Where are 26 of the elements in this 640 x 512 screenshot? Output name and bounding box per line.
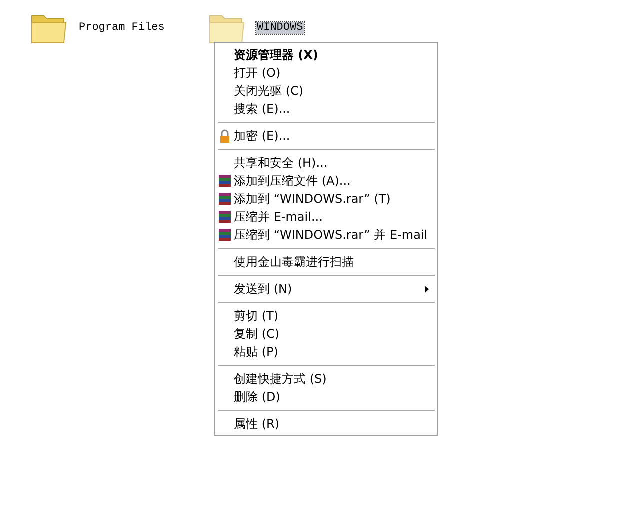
menu-item[interactable]: 关闭光驱 (C) — [215, 82, 437, 100]
books-icon — [218, 228, 232, 242]
lock-icon — [218, 129, 232, 143]
books-icon — [218, 174, 232, 188]
menu-item[interactable]: 复制 (C) — [215, 325, 437, 343]
menu-item[interactable]: 打开 (O) — [215, 64, 437, 82]
menu-item[interactable]: 粘贴 (P) — [215, 343, 437, 361]
submenu-arrow-icon — [425, 286, 429, 293]
menu-item[interactable]: 共享和安全 (H)... — [215, 154, 437, 172]
menu-item[interactable]: 发送到 (N) — [215, 280, 437, 298]
menu-item[interactable]: 剪切 (T) — [215, 307, 437, 325]
menu-item[interactable]: 加密 (E)... — [215, 127, 437, 145]
books-icon — [218, 210, 232, 224]
menu-item[interactable]: 资源管理器 (X) — [215, 46, 437, 64]
folder-label[interactable]: WINDOWS — [256, 22, 304, 34]
menu-item[interactable]: 压缩并 E-mail... — [215, 208, 437, 226]
menu-item[interactable]: 搜索 (E)... — [215, 100, 437, 118]
menu-item[interactable]: 属性 (R) — [215, 415, 437, 433]
folder-label[interactable]: Program Files — [78, 22, 166, 34]
menu-item[interactable]: 添加到 “WINDOWS.rar” (T) — [215, 190, 437, 208]
menu-item[interactable]: 创建快捷方式 (S) — [215, 370, 437, 388]
menu-item[interactable]: 添加到压缩文件 (A)... — [215, 172, 437, 190]
books-icon — [218, 192, 232, 206]
menu-item[interactable]: 删除 (D) — [215, 388, 437, 406]
menu-item[interactable]: 使用金山毒霸进行扫描 — [215, 253, 437, 271]
menu-item[interactable]: 压缩到 “WINDOWS.rar” 并 E-mail — [215, 226, 437, 244]
